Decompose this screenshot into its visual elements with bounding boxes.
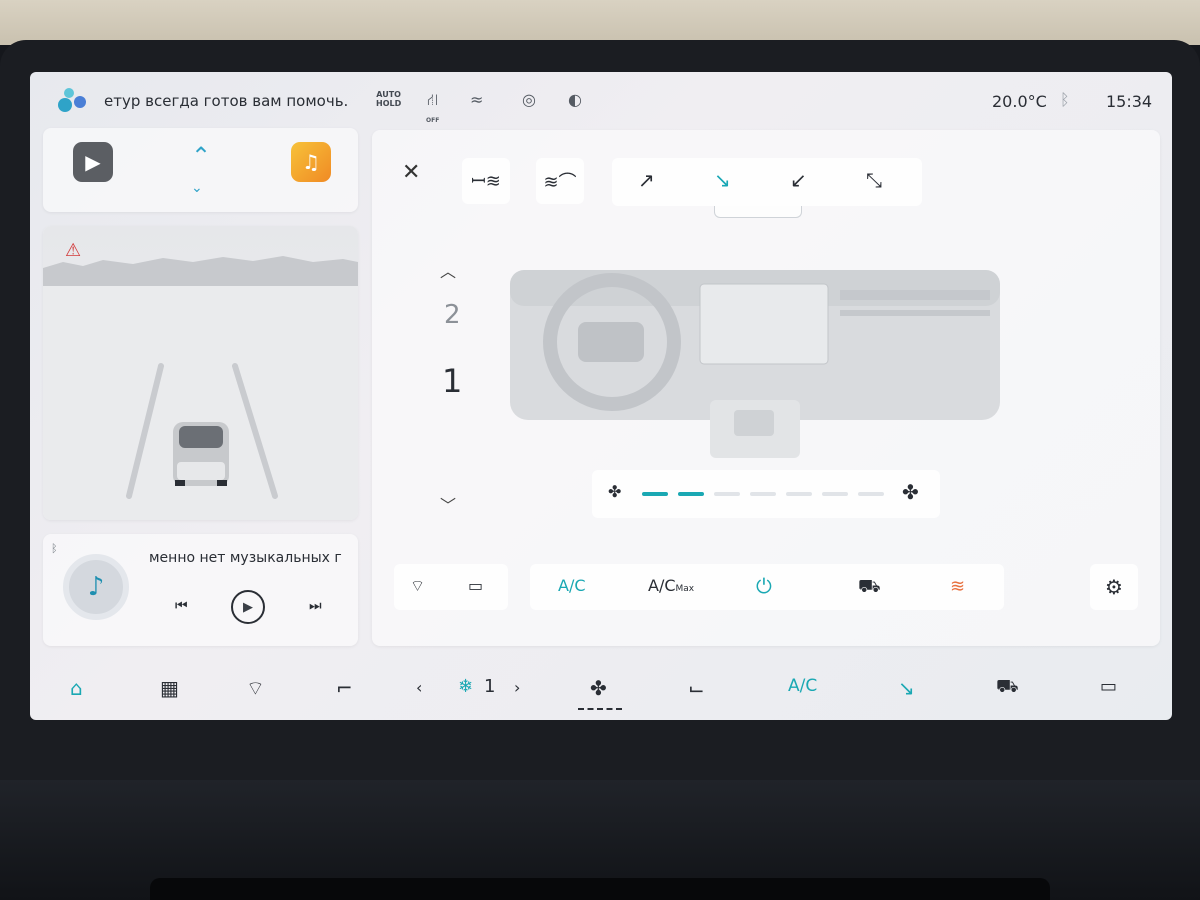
seatbelt-warning-icon: ⚠ [65,240,82,261]
fan-segment[interactable] [822,492,848,496]
road-visualization [43,226,358,520]
cabin-illustration [510,270,1000,458]
app-shortcut-card: ▶ ⌃ ⌄ ♫ [43,128,358,212]
temp-value: 1 [484,676,496,697]
outside-temperature: 20.0°C [992,92,1047,111]
auto-hold-icon: AUTO HOLD [376,90,401,108]
seat-heat-icon[interactable]: ≋ [950,576,965,597]
fan-segment[interactable] [714,492,740,496]
close-icon[interactable]: ✕ [402,160,420,185]
esc-off-icon: ⛙ OFF [426,90,440,124]
music-app-icon[interactable]: ♫ [291,142,331,182]
infotainment-screen: етур всегда готов вам помочь. AUTO HOLD ⛙… [30,72,1172,720]
rear-defrost-icon[interactable]: ▭ [468,576,483,595]
defrost-group: ⌔ ▭ [394,564,508,610]
rear-defrost-dock-icon[interactable]: ▭ [1100,676,1117,697]
vent-face-icon[interactable]: ↗ [638,168,655,192]
clock: 15:34 [1106,92,1153,111]
climate-control-panel: ✕ ꟷ≋ ≋⌒ ↗ ↘ ↙ ⤡ ︿ 2 1 ﹀ ✤ ✤ ⌔ ▭ A/C A/CM… [372,130,1160,646]
fan-icon[interactable]: ✤ [590,676,607,700]
fan-low-icon[interactable]: ✤ [608,482,621,501]
apps-grid-icon[interactable]: ▦ [160,676,179,700]
fan-speed-bar[interactable]: ✤ ✤ [592,470,940,518]
level-down-icon[interactable]: ﹀ [440,492,456,516]
track-title: менно нет музыкальных г [149,550,342,566]
bluetooth-icon: ᛒ [1060,90,1070,109]
level-up-icon[interactable]: ︿ [440,258,456,282]
fan-segment[interactable] [858,492,884,496]
status-bar: етур всегда готов вам помочь. AUTO HOLD ⛙… [30,72,1172,128]
vent-feet-icon[interactable]: ↙ [790,168,807,192]
recirculation-dock-icon[interactable]: ⛟ [996,676,1019,700]
previous-track-icon[interactable]: ⏮ [175,598,188,614]
fan-high-icon[interactable]: ✤ [902,480,919,504]
carplay-icon[interactable]: ▶ [73,142,113,182]
chevron-up-icon[interactable]: ⌃ [191,142,211,170]
assistant-prompt: етур всегда готов вам помочь. [104,92,349,110]
media-player-card: ᛒ ♪ менно нет музыкальных г ⏮ ▶ ⏭ [43,534,358,646]
album-art[interactable]: ♪ [63,554,129,620]
recirculation-icon[interactable]: ⛟ [858,576,881,600]
ego-car [173,422,229,486]
snowflake-icon: ❄ [458,676,474,697]
fan-segment[interactable] [750,492,776,496]
home-icon[interactable]: ⌂ [70,676,83,700]
wiper-heat-button[interactable]: ≋⌒ [536,158,584,204]
dock-ac-button[interactable]: A/C [788,676,817,696]
driving-assist-view[interactable]: ⚠ [43,226,358,520]
driver-seat-icon[interactable]: ⌐ [336,676,353,700]
panel-drag-handle[interactable] [714,206,802,218]
front-defrost-dock-icon[interactable]: ⌔ [246,676,265,701]
chevron-down-icon[interactable]: ⌄ [191,180,203,196]
rear-defrost-button[interactable]: ꟷ≋ [462,158,510,204]
temp-decrease-icon[interactable]: ‹ [416,678,422,697]
level-upper[interactable]: 2 [444,300,461,330]
dashboard-vent [150,878,1050,900]
voice-assistant-icon[interactable] [54,86,94,116]
play-button[interactable]: ▶ [231,590,265,624]
headlight-icon: ◐ [568,90,582,109]
rear-heat-icon: ꟷ≋ [471,171,501,192]
settings-gear-icon[interactable]: ⚙ [1090,564,1138,610]
next-track-icon[interactable]: ⏭ [309,598,322,614]
bottom-dock: ⌂ ▦ ⌔ ⌐ ‹ ❄ 1 › ✤ ⌙ A/C ↘ ⛟ ▭ [30,658,1172,720]
background-wall [0,0,1200,45]
temp-increase-icon[interactable]: › [514,678,520,697]
level-current[interactable]: 1 [442,362,462,400]
fan-segment[interactable] [678,492,704,496]
fan-segment[interactable] [642,492,668,496]
ac-button[interactable]: A/C [558,576,586,595]
climate-actions-group: A/C A/CMax ⏻ ⛟ ≋ [530,564,1004,610]
airflow-mode-icon[interactable]: ↘ [898,676,915,700]
passenger-seat-icon[interactable]: ⌙ [688,676,705,700]
fan-segment[interactable] [786,492,812,496]
auto-hold-label: AUTO HOLD [376,90,402,108]
ac-max-label: A/C [648,576,676,595]
bluetooth-source-icon: ᛒ [51,542,58,555]
vent-face-feet-icon[interactable]: ↘ [714,168,731,192]
front-defrost-icon[interactable]: ⌔ [410,576,425,596]
lane-assist-icon: ≈ [470,90,484,109]
power-icon[interactable]: ⏻ [756,574,772,598]
active-indicator [578,708,622,710]
ac-max-button[interactable]: A/CMax [648,576,694,595]
vent-windshield-feet-icon[interactable]: ⤡ [866,168,882,192]
tire-pressure-icon: ◎ [522,90,536,109]
ac-max-sub: Max [675,584,695,594]
airflow-mode-group: ↗ ↘ ↙ ⤡ [612,158,922,206]
wiper-heat-icon: ≋⌒ [543,172,577,193]
